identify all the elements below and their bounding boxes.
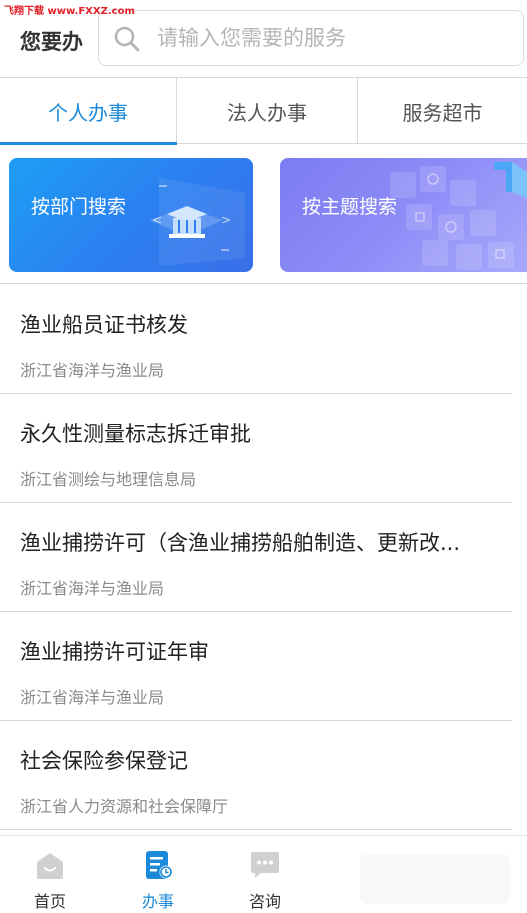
search-box[interactable] bbox=[98, 10, 524, 66]
service-title: 渔业船员证书核发 bbox=[20, 313, 188, 337]
bottom-navigation: 首页 办事 咨询 bbox=[0, 835, 527, 913]
service-department: 浙江省海洋与渔业局 bbox=[20, 579, 165, 598]
search-by-topic-banner[interactable]: 按主题搜索 bbox=[280, 158, 527, 272]
service-title: 渔业捕捞许可（含渔业捕捞船舶制造、更新改... bbox=[20, 531, 461, 555]
document-clock-icon bbox=[146, 851, 173, 879]
service-title: 渔业捕捞许可证年审 bbox=[20, 640, 209, 664]
nav-consult[interactable]: 咨询 bbox=[225, 836, 305, 913]
list-item[interactable]: 渔业船员证书核发 浙江省海洋与渔业局 bbox=[0, 285, 512, 394]
nav-placeholder bbox=[360, 854, 510, 904]
banner-label: 按主题搜索 bbox=[302, 196, 398, 218]
home-icon bbox=[37, 853, 63, 879]
service-department: 浙江省人力资源和社会保障厅 bbox=[20, 797, 229, 816]
banner-label: 按部门搜索 bbox=[31, 196, 127, 218]
nav-work[interactable]: 办事 bbox=[118, 836, 198, 913]
nav-label: 咨询 bbox=[248, 892, 281, 911]
service-title: 社会保险参保登记 bbox=[20, 749, 188, 773]
tab-label: 个人办事 bbox=[48, 100, 128, 125]
watermark: 飞翔下载 www.FXXZ.com bbox=[4, 6, 135, 17]
search-banners: < > 按部门搜索 按主题搜索 bbox=[0, 144, 527, 284]
nav-home[interactable]: 首页 bbox=[10, 836, 90, 913]
chat-bubble-icon bbox=[251, 852, 279, 878]
service-list: 渔业船员证书核发 浙江省海洋与渔业局 永久性测量标志拆迁审批 浙江省测绘与地理信… bbox=[0, 285, 527, 830]
search-by-department-banner[interactable]: < > 按部门搜索 bbox=[9, 158, 253, 272]
svg-text:>: > bbox=[221, 213, 231, 227]
search-icon bbox=[114, 26, 140, 52]
list-item[interactable]: 渔业捕捞许可证年审 浙江省海洋与渔业局 bbox=[0, 612, 512, 721]
svg-text:<: < bbox=[152, 213, 162, 227]
tab-personal[interactable]: 个人办事 bbox=[0, 78, 177, 145]
service-department: 浙江省测绘与地理信息局 bbox=[20, 470, 197, 489]
list-item[interactable]: 永久性测量标志拆迁审批 浙江省测绘与地理信息局 bbox=[0, 394, 512, 503]
service-department: 浙江省海洋与渔业局 bbox=[20, 361, 165, 380]
tab-label: 服务超市 bbox=[402, 100, 483, 125]
list-item[interactable]: 渔业捕捞许可（含渔业捕捞船舶制造、更新改... 浙江省海洋与渔业局 bbox=[0, 503, 512, 612]
nav-label: 办事 bbox=[141, 892, 174, 911]
page-title: 您要办 bbox=[20, 30, 83, 54]
search-input[interactable] bbox=[157, 21, 507, 55]
nav-label: 首页 bbox=[33, 892, 66, 911]
tab-label: 法人办事 bbox=[227, 100, 307, 125]
service-title: 永久性测量标志拆迁审批 bbox=[20, 422, 251, 446]
tab-legal-entity[interactable]: 法人办事 bbox=[177, 78, 358, 144]
service-department: 浙江省海洋与渔业局 bbox=[20, 688, 165, 707]
tab-service-market[interactable]: 服务超市 bbox=[358, 78, 527, 144]
tab-bar: 个人办事 法人办事 服务超市 bbox=[0, 78, 527, 145]
list-item[interactable]: 社会保险参保登记 浙江省人力资源和社会保障厅 bbox=[0, 721, 512, 830]
